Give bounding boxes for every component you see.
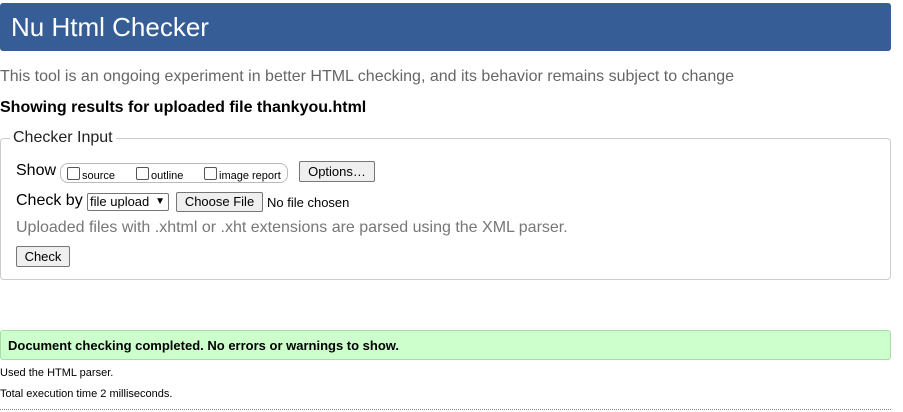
source-checkbox[interactable]: [67, 167, 80, 180]
page-header: Nu Html Checker: [0, 3, 891, 51]
choose-file-button[interactable]: Choose File: [176, 192, 263, 212]
check-by-select[interactable]: file upload ▼: [87, 193, 169, 211]
success-message: Document checking completed. No errors o…: [8, 338, 400, 353]
page-title: Nu Html Checker: [11, 12, 209, 42]
source-checkbox-label[interactable]: source: [82, 170, 115, 182]
outline-checkbox[interactable]: [136, 167, 149, 180]
checker-input-legend: Checker Input: [10, 129, 116, 147]
image-report-checkbox-label[interactable]: image report: [219, 170, 281, 182]
results-heading: Showing results for uploaded file thanky…: [0, 99, 367, 116]
parser-info: Used the HTML parser.: [0, 367, 114, 379]
image-report-checkbox[interactable]: [204, 167, 217, 180]
check-by-label: Check by: [16, 192, 83, 209]
intro-text: This tool is an ongoing experiment in be…: [0, 68, 735, 85]
footer-divider: [0, 409, 891, 410]
outline-checkbox-label[interactable]: outline: [151, 170, 183, 182]
execution-time: Total execution time 2 milliseconds.: [0, 388, 173, 400]
show-label: Show: [16, 162, 57, 179]
options-button[interactable]: Options…: [299, 161, 375, 182]
success-message-box: Document checking completed. No errors o…: [0, 330, 891, 360]
chevron-down-icon: ▼: [155, 196, 165, 207]
xml-parser-note: Uploaded files with .xhtml or .xht exten…: [16, 219, 568, 236]
no-file-chosen-text: No file chosen: [267, 195, 350, 210]
check-button[interactable]: Check: [16, 246, 70, 267]
check-by-select-value: file upload: [90, 194, 150, 209]
show-options-group: source outline image report: [60, 163, 288, 183]
